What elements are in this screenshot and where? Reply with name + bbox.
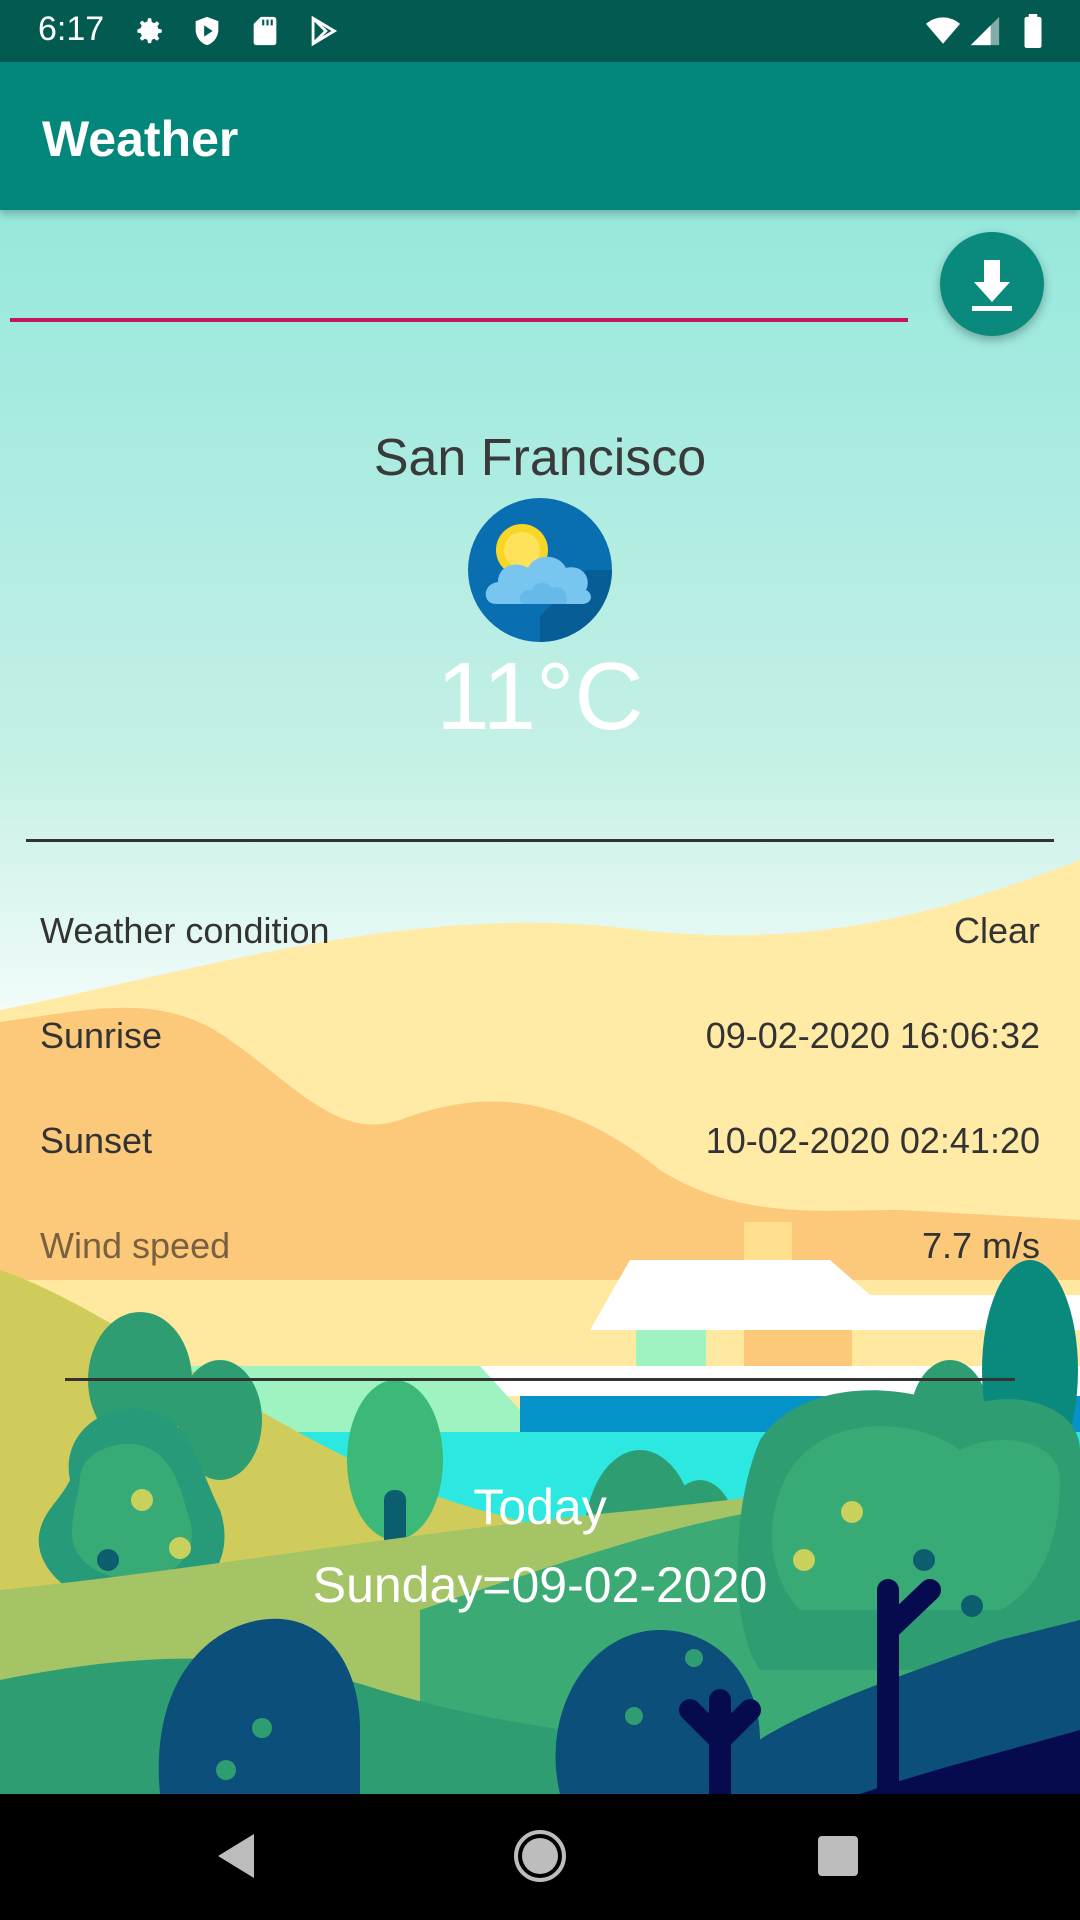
detail-label: Sunset	[40, 1120, 153, 1161]
detail-row-wind: Wind speed 7.7 m/s	[40, 1225, 1040, 1275]
city-name: San Francisco	[373, 429, 707, 487]
divider	[26, 839, 1054, 842]
detail-value: 09-02-2020 16:06:32	[705, 1015, 1040, 1056]
partly-cloudy-icon	[468, 498, 612, 642]
download-button[interactable]	[940, 232, 1044, 336]
city-input[interactable]	[10, 318, 908, 322]
detail-row-sunset: Sunset 10-02-2020 02:41:20	[40, 1120, 1040, 1170]
gear-icon	[137, 18, 162, 44]
sd-card-icon	[253, 16, 277, 46]
detail-label: Weather condition	[40, 910, 330, 951]
shield-icon	[195, 16, 219, 46]
status-bar: 6:17	[0, 0, 1080, 62]
navigation-bar	[0, 1794, 1080, 1920]
detail-row-condition: Weather condition Clear	[40, 910, 1040, 960]
detail-value: Clear	[953, 910, 1040, 951]
play-store-icon	[311, 15, 338, 47]
divider	[65, 1378, 1015, 1381]
detail-label: Sunrise	[40, 1015, 163, 1056]
forecast-date: Sunday=09-02-2020	[312, 1557, 768, 1613]
forecast-heading: Today	[473, 1479, 607, 1535]
home-icon[interactable]	[508, 1824, 572, 1888]
weather-content: San Francisco 11°C Weather condition Cle…	[0, 210, 1080, 1794]
detail-row-sunrise: Sunrise 09-02-2020 16:06:32	[40, 1015, 1040, 1065]
detail-label: Wind speed	[40, 1225, 231, 1266]
temperature: 11°C	[436, 643, 644, 750]
app-bar: Weather	[0, 62, 1080, 210]
battery-icon	[1024, 14, 1042, 48]
status-time: 6:17	[38, 10, 105, 48]
signal-icon	[970, 16, 1000, 46]
wifi-icon	[926, 17, 960, 44]
back-icon[interactable]	[206, 1824, 270, 1888]
detail-value: 7.7 m/s	[921, 1225, 1040, 1266]
app-title: Weather	[42, 111, 239, 167]
detail-value: 10-02-2020 02:41:20	[705, 1120, 1040, 1161]
recents-icon[interactable]	[806, 1824, 870, 1888]
download-icon	[972, 260, 1012, 311]
